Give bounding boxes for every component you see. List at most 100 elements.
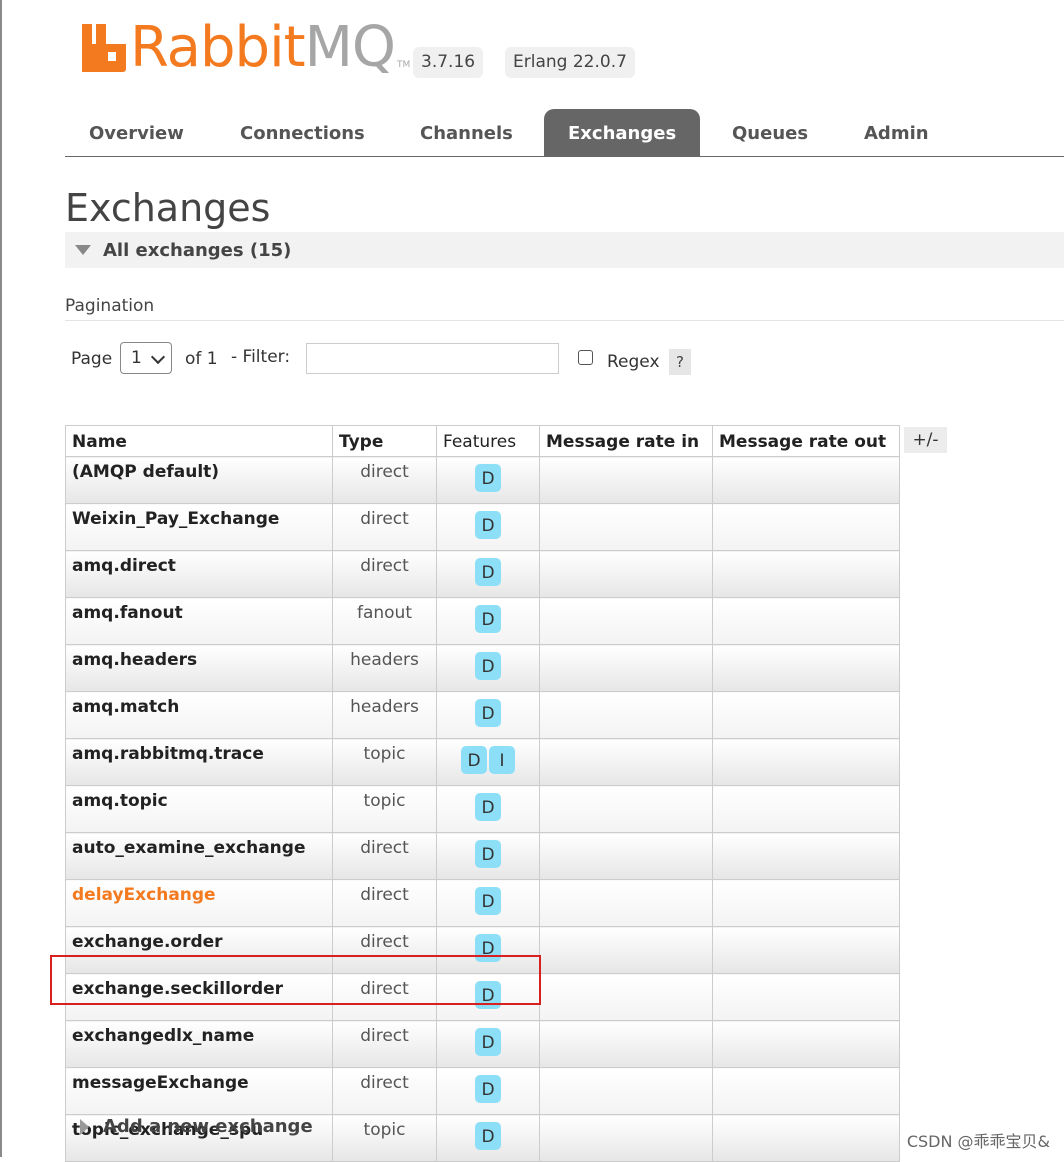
tab-admin[interactable]: Admin <box>840 109 953 156</box>
message-rate-out-cell <box>712 644 900 692</box>
table-row: amq.fanout fanout D <box>65 597 900 645</box>
exchange-name-link[interactable]: amq.headers <box>65 644 333 692</box>
message-rate-in-cell <box>539 879 713 927</box>
chevron-down-icon <box>150 349 166 365</box>
table-row: amq.topic topic D <box>65 785 900 833</box>
regex-checkbox[interactable] <box>578 350 593 365</box>
column-header-features: Features <box>436 425 540 457</box>
page-label: Page <box>71 349 113 369</box>
exchanges-table: Name Type Features Message rate in Messa… <box>65 425 900 1162</box>
message-rate-in-cell <box>539 691 713 739</box>
message-rate-out-cell <box>712 503 900 551</box>
message-rate-out-cell <box>712 738 900 786</box>
all-exchanges-section-toggle[interactable]: All exchanges (15) <box>65 232 1064 268</box>
exchange-name-link[interactable]: amq.direct <box>65 550 333 598</box>
toggle-columns-button[interactable]: +/- <box>904 427 947 453</box>
exchange-features: D <box>436 832 540 880</box>
exchange-name-link[interactable]: amq.fanout <box>65 597 333 645</box>
message-rate-in-cell <box>539 597 713 645</box>
column-header-name[interactable]: Name <box>65 425 333 457</box>
exchange-name-link[interactable]: amq.topic <box>65 785 333 833</box>
table-row: amq.match headers D <box>65 691 900 739</box>
durable-badge: D <box>475 605 501 633</box>
message-rate-out-cell <box>712 832 900 880</box>
exchange-type: direct <box>332 456 437 504</box>
exchange-name-link[interactable]: amq.match <box>65 691 333 739</box>
regex-help-button[interactable]: ? <box>669 349 691 375</box>
exchange-features: D <box>436 691 540 739</box>
page-select-value: 1 <box>131 348 142 368</box>
message-rate-in-cell <box>539 456 713 504</box>
message-rate-out-cell <box>712 879 900 927</box>
durable-badge: D <box>461 746 487 774</box>
exchange-type: direct <box>332 550 437 598</box>
message-rate-in-cell <box>539 926 713 974</box>
highlight-annotation-box <box>50 955 541 1005</box>
exchange-name-link[interactable]: exchangedlx_name <box>65 1020 333 1068</box>
exchange-features: D <box>436 1067 540 1115</box>
logo-text-rabbit: Rabbit <box>130 15 306 80</box>
message-rate-out-cell <box>712 550 900 598</box>
exchange-type: headers <box>332 644 437 692</box>
durable-badge: D <box>475 464 501 492</box>
tab-channels[interactable]: Channels <box>396 109 537 156</box>
message-rate-out-cell <box>712 973 900 1021</box>
add-exchange-toggle[interactable]: Add a new exchange <box>80 1116 313 1137</box>
tab-queues[interactable]: Queues <box>708 109 832 156</box>
exchange-name-link[interactable]: amq.rabbitmq.trace <box>65 738 333 786</box>
rabbitmq-logo[interactable]: Rabbit MQ TM <box>82 20 410 76</box>
page-title: Exchanges <box>65 186 271 230</box>
message-rate-out-cell <box>712 1020 900 1068</box>
message-rate-in-cell <box>539 1114 713 1162</box>
exchange-name-link[interactable]: (AMQP default) <box>65 456 333 504</box>
message-rate-out-cell <box>712 926 900 974</box>
exchange-features: D <box>436 456 540 504</box>
durable-badge: D <box>475 558 501 586</box>
logo-text-mq: MQ <box>304 15 396 80</box>
message-rate-out-cell <box>712 1114 900 1162</box>
table-row: exchangedlx_name direct D <box>65 1020 900 1068</box>
column-header-rate-in: Message rate in <box>539 425 713 457</box>
internal-badge: I <box>489 746 515 774</box>
column-header-type[interactable]: Type <box>332 425 437 457</box>
tab-connections[interactable]: Connections <box>216 109 389 156</box>
exchange-name-link[interactable]: delayExchange <box>65 879 333 927</box>
message-rate-in-cell <box>539 785 713 833</box>
message-rate-out-cell <box>712 785 900 833</box>
section-title: All exchanges (15) <box>103 239 292 261</box>
durable-badge: D <box>475 1122 501 1150</box>
collapse-triangle-icon <box>75 245 91 255</box>
exchange-type: headers <box>332 691 437 739</box>
filter-input[interactable] <box>306 343 559 374</box>
durable-badge: D <box>475 699 501 727</box>
durable-badge: D <box>475 1075 501 1103</box>
exchange-name-link[interactable]: messageExchange <box>65 1067 333 1115</box>
exchange-type: topic <box>332 785 437 833</box>
page-count-label: of 1 <box>185 349 218 369</box>
exchange-features: D <box>436 1114 540 1162</box>
exchange-type: topic <box>332 738 437 786</box>
table-row: auto_examine_exchange direct D <box>65 832 900 880</box>
durable-badge: D <box>475 840 501 868</box>
exchange-type: direct <box>332 832 437 880</box>
tab-exchanges[interactable]: Exchanges <box>544 109 701 156</box>
exchange-rows: (AMQP default) direct D Weixin_Pay_Exchange… <box>65 456 900 1162</box>
tab-overview[interactable]: Overview <box>65 109 208 156</box>
erlang-version-badge: Erlang 22.0.7 <box>505 47 635 78</box>
exchange-type: topic <box>332 1114 437 1162</box>
exchange-features: D <box>436 644 540 692</box>
message-rate-in-cell <box>539 738 713 786</box>
pagination-label: Pagination <box>65 296 155 316</box>
exchange-name-link[interactable]: auto_examine_exchange <box>65 832 333 880</box>
message-rate-in-cell <box>539 1067 713 1115</box>
table-row: amq.headers headers D <box>65 644 900 692</box>
durable-badge: D <box>475 793 501 821</box>
durable-badge: D <box>475 511 501 539</box>
message-rate-in-cell <box>539 550 713 598</box>
rabbit-logo-icon <box>82 24 126 72</box>
exchange-type: direct <box>332 503 437 551</box>
exchange-name-link[interactable]: Weixin_Pay_Exchange <box>65 503 333 551</box>
page-select[interactable]: 1 <box>120 342 172 374</box>
table-row: delayExchange direct D <box>65 879 900 927</box>
message-rate-out-cell <box>712 597 900 645</box>
